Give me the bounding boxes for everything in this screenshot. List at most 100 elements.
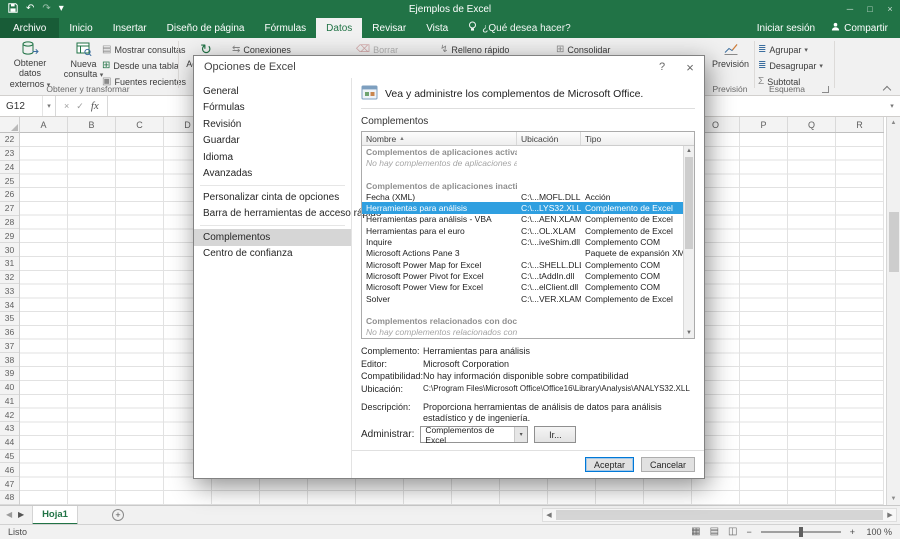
new-query-button[interactable]: Nueva consulta ▾	[60, 40, 107, 84]
qat-customize-icon[interactable]: ▾	[59, 4, 64, 14]
row-header-22[interactable]: 22	[0, 133, 19, 147]
scroll-left-icon[interactable]: ◀	[543, 511, 555, 519]
row-header-23[interactable]: 23	[0, 147, 19, 161]
row-header-48[interactable]: 48	[0, 491, 19, 505]
row-header-38[interactable]: 38	[0, 353, 19, 368]
share-button[interactable]: Compartir	[831, 22, 888, 34]
row-header-43[interactable]: 43	[0, 422, 19, 436]
row-header-32[interactable]: 32	[0, 271, 19, 285]
ungroup-button[interactable]: ≣ Desagrupar ▾	[758, 59, 823, 72]
row-header-34[interactable]: 34	[0, 298, 19, 312]
row-header-35[interactable]: 35	[0, 312, 19, 326]
row-header-46[interactable]: 46	[0, 463, 19, 478]
tab-revisar[interactable]: Revisar	[362, 18, 416, 38]
column-header-c[interactable]: C	[116, 117, 164, 132]
tab-dise-o-de-p-gina[interactable]: Diseño de página	[157, 18, 255, 38]
row-header-36[interactable]: 36	[0, 326, 19, 340]
row-header-44[interactable]: 44	[0, 436, 19, 450]
sheet-tab-hoja1[interactable]: Hoja1	[32, 506, 78, 525]
row-header-41[interactable]: 41	[0, 395, 19, 409]
addin-row-13[interactable]: Solver C:\...VER.XLAM Complemento de Excel	[362, 293, 683, 304]
accept-button[interactable]: Aceptar	[584, 457, 634, 473]
maximize-button[interactable]: □	[860, 4, 880, 14]
horizontal-scroll-thumb[interactable]	[556, 510, 883, 520]
row-header-30[interactable]: 30	[0, 243, 19, 257]
addin-row-12[interactable]: Microsoft Power View for Excel C:\...elCl…	[362, 282, 683, 293]
row-header-40[interactable]: 40	[0, 381, 19, 395]
get-external-data-button[interactable]: Obtener datos externos ▾	[3, 40, 57, 89]
normal-view-icon[interactable]: ▦	[691, 527, 700, 537]
addins-table-scrollbar[interactable]: ▲ ▼	[683, 146, 694, 338]
undo-icon[interactable]: ↶	[26, 4, 34, 14]
options-nav-f-rmulas[interactable]: Fórmulas	[194, 100, 351, 117]
options-nav-personalizar-cinta-de-opciones[interactable]: Personalizar cinta de opciones	[194, 189, 351, 206]
group-button[interactable]: ≣ Agrupar ▾	[758, 43, 808, 56]
sheet-nav-right-icon[interactable]: ▶	[18, 510, 24, 519]
tab-f-rmulas[interactable]: Fórmulas	[254, 18, 316, 38]
name-box-dropdown-icon[interactable]: ▾	[42, 96, 55, 116]
zoom-in-button[interactable]: +	[850, 527, 855, 537]
options-nav-centro-de-confianza[interactable]: Centro de confianza	[194, 246, 351, 263]
row-header-31[interactable]: 31	[0, 257, 19, 271]
addins-scroll-thumb[interactable]	[685, 157, 693, 249]
addin-row-0[interactable]: Complementos de aplicaciones activas	[362, 146, 683, 157]
cancel-entry-icon[interactable]: ×	[64, 101, 69, 111]
dialog-close-button[interactable]: ×	[676, 56, 704, 78]
redo-icon[interactable]: ↷	[42, 4, 50, 14]
column-header-b[interactable]: B	[68, 117, 116, 132]
row-header-47[interactable]: 47	[0, 477, 19, 491]
row-header-42[interactable]: 42	[0, 408, 19, 423]
addin-row-1[interactable]: No hay complementos de aplicaciones acti…	[362, 157, 683, 168]
zoom-out-button[interactable]: −	[746, 527, 751, 537]
confirm-entry-icon[interactable]: ✓	[76, 101, 84, 112]
row-header-28[interactable]: 28	[0, 216, 19, 230]
column-header-nombre[interactable]: Nombre ▲	[362, 132, 517, 145]
addin-row-9[interactable]: Microsoft Actions Pane 3 Paquete de expan…	[362, 248, 683, 259]
addin-row-7[interactable]: Herramientas para el euro C:\...OL.XLAM Co…	[362, 225, 683, 236]
dialog-help-button[interactable]: ?	[648, 56, 676, 78]
addin-row-8[interactable]: Inquire C:\...iveShim.dll Complemento COM	[362, 236, 683, 247]
tab-insertar[interactable]: Insertar	[103, 18, 157, 38]
horizontal-scrollbar[interactable]: ◀ ▶	[542, 508, 897, 522]
addin-row-5[interactable]: Herramientas para análisis C:\...LYS32.XL…	[362, 202, 683, 214]
name-box[interactable]: G12 ▾	[0, 96, 56, 116]
vertical-scrollbar[interactable]: ▲ ▼	[886, 117, 900, 505]
row-header-24[interactable]: 24	[0, 161, 19, 175]
options-nav-barra-de-herramientas-de-acceso-r-pido[interactable]: Barra de herramientas de acceso rápido	[194, 206, 381, 223]
outline-dialog-launcher-icon[interactable]	[822, 86, 829, 93]
row-header-39[interactable]: 39	[0, 367, 19, 381]
save-icon[interactable]	[8, 2, 18, 16]
column-header-p[interactable]: P	[740, 117, 788, 132]
page-break-view-icon[interactable]: ◫	[728, 527, 737, 537]
addin-row-4[interactable]: Fecha (XML) C:\...MOFL.DLL Acción	[362, 191, 683, 202]
vertical-scroll-thumb[interactable]	[888, 212, 899, 272]
collapse-ribbon-icon[interactable]	[882, 85, 892, 95]
scroll-up-icon[interactable]: ▲	[887, 120, 900, 126]
column-header-q[interactable]: Q	[788, 117, 836, 132]
row-header-25[interactable]: 25	[0, 174, 19, 189]
addin-row-16[interactable]: No hay complementos relacionados con doc…	[362, 327, 683, 338]
column-header-tipo[interactable]: Tipo	[581, 132, 694, 145]
zoom-slider-thumb[interactable]	[798, 527, 803, 537]
tab-inicio[interactable]: Inicio	[59, 18, 102, 38]
row-header-29[interactable]: 29	[0, 229, 19, 244]
page-layout-view-icon[interactable]: ▤	[710, 527, 719, 537]
column-header-r[interactable]: R	[836, 117, 884, 132]
addin-row-6[interactable]: Herramientas para análisis - VBA C:\...AE…	[362, 214, 683, 225]
row-header-33[interactable]: 33	[0, 284, 19, 299]
options-nav-guardar[interactable]: Guardar	[194, 133, 351, 150]
show-queries-button[interactable]: ▤ Mostrar consultas	[102, 43, 185, 56]
sign-in-link[interactable]: Iniciar sesión	[757, 23, 815, 34]
window-close-button[interactable]: ×	[880, 4, 900, 14]
sheet-nav-left-icon[interactable]: ◀	[6, 510, 12, 519]
zoom-percentage[interactable]: 100 %	[864, 527, 892, 537]
addin-row-10[interactable]: Microsoft Power Map for Excel C:\...SHELL…	[362, 259, 683, 270]
insert-function-icon[interactable]: fx	[91, 100, 99, 112]
options-nav-idioma[interactable]: Idioma	[194, 149, 351, 166]
scroll-down-icon[interactable]: ▼	[887, 496, 900, 502]
manage-dropdown[interactable]: Complementos de Excel ▾	[420, 425, 529, 445]
addin-row-15[interactable]: Complementos relacionados con documentos	[362, 315, 683, 326]
cancel-button[interactable]: Cancelar	[640, 457, 695, 473]
options-nav-revisi-n[interactable]: Revisión	[194, 116, 351, 133]
addin-row-11[interactable]: Microsoft Power Pivot for Excel C:\...tAd…	[362, 270, 683, 281]
